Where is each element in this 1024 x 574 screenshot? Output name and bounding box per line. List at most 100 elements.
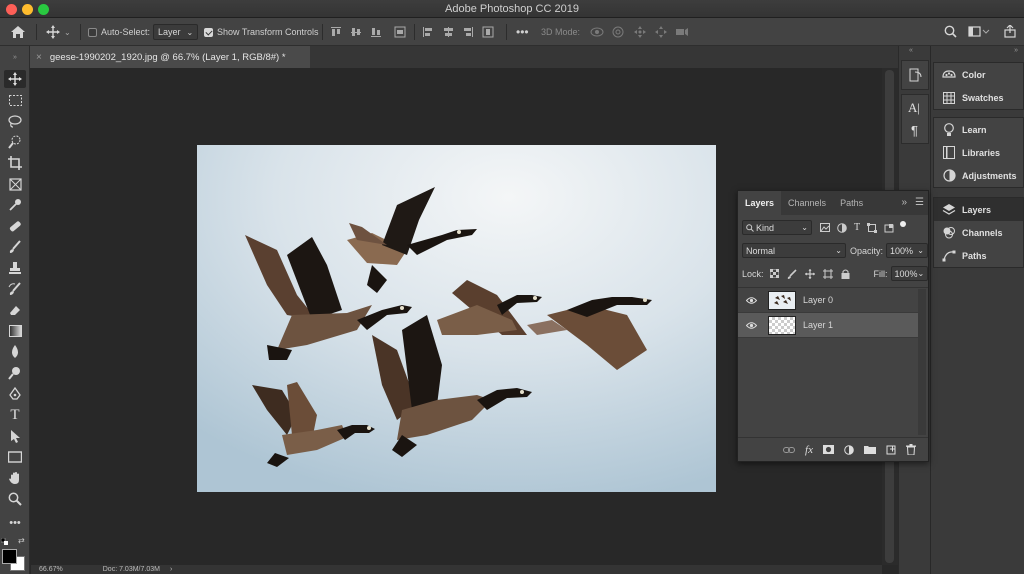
new-adjustment-layer-icon[interactable] xyxy=(844,444,854,455)
align-vertical-centers-icon[interactable] xyxy=(350,26,362,38)
layers-list-scrollbar[interactable] xyxy=(918,289,926,435)
filter-smart-object-icon[interactable] xyxy=(884,223,894,233)
collapse-panels-icon[interactable]: » xyxy=(1014,47,1018,54)
distribute-icon[interactable] xyxy=(462,26,474,38)
distribute-spacing-icon[interactable] xyxy=(482,26,494,38)
move-tool-preset-button[interactable]: ⌄ xyxy=(46,18,71,46)
document-tab[interactable]: × geese-1990202_1920.jpg @ 66.7% (Layer … xyxy=(30,46,310,68)
lock-artboard-icon[interactable] xyxy=(822,268,833,279)
zoom-level[interactable]: 66.67% xyxy=(39,566,63,573)
blend-mode-dropdown[interactable]: Normal ⌄ xyxy=(742,243,846,258)
auto-select-target-dropdown[interactable]: Layer ⌄ xyxy=(153,24,199,40)
panel-swatches[interactable]: Swatches xyxy=(934,86,1023,109)
show-transform-check-indicator[interactable] xyxy=(204,27,213,37)
search-icon[interactable] xyxy=(944,25,957,38)
pen-tool[interactable] xyxy=(4,385,26,403)
paragraph-icon[interactable]: ¶ xyxy=(911,123,918,138)
lock-position-icon[interactable] xyxy=(804,268,815,279)
link-layers-icon[interactable] xyxy=(783,446,796,454)
lasso-tool[interactable] xyxy=(4,112,26,130)
new-group-folder-icon[interactable] xyxy=(864,445,876,454)
panel-channels[interactable]: Channels xyxy=(934,221,1023,244)
share-icon[interactable] xyxy=(1004,25,1016,38)
3d-orbit-icon[interactable] xyxy=(590,26,604,38)
panel-paths[interactable]: Paths xyxy=(934,244,1023,267)
gradient-tool[interactable] xyxy=(4,322,26,340)
add-mask-icon[interactable] xyxy=(823,445,834,454)
layer-style-fx-icon[interactable]: fx xyxy=(805,444,813,456)
panel-libraries[interactable]: Libraries xyxy=(934,141,1023,164)
filter-adjustment-icon[interactable] xyxy=(837,222,847,233)
lock-transparent-pixels-icon[interactable] xyxy=(769,269,779,278)
show-transform-controls-checkbox[interactable]: Show Transform Controls xyxy=(204,18,319,46)
history-brush-tool[interactable] xyxy=(4,280,26,298)
filter-pixel-icon[interactable] xyxy=(820,223,830,232)
clone-stamp-tool[interactable] xyxy=(4,259,26,277)
move-tool[interactable] xyxy=(4,70,26,88)
layer-row-layer-1[interactable]: Layer 1 xyxy=(738,313,918,338)
filter-type-icon[interactable]: T xyxy=(854,222,860,233)
3d-scale-icon[interactable] xyxy=(675,26,688,38)
expand-panels-icon[interactable]: « xyxy=(909,47,913,54)
quick-selection-tool[interactable] xyxy=(4,133,26,151)
layer-row-layer-0[interactable]: Layer 0 xyxy=(738,288,918,313)
brush-tool[interactable] xyxy=(4,238,26,256)
filter-shape-icon[interactable] xyxy=(867,222,878,233)
rectangle-tool[interactable] xyxy=(4,448,26,466)
collapse-toolbar-icon[interactable]: » xyxy=(4,48,26,66)
filter-toggle-switch[interactable] xyxy=(900,220,907,227)
panel-layers[interactable]: Layers xyxy=(934,198,1023,221)
layer-name[interactable]: Layer 0 xyxy=(803,295,833,305)
align-left-edges-icon[interactable] xyxy=(394,26,406,38)
frame-tool[interactable] xyxy=(4,175,26,193)
default-colors-icon[interactable] xyxy=(1,538,8,545)
dodge-tool[interactable] xyxy=(4,364,26,382)
panel-learn[interactable]: Learn xyxy=(934,118,1023,141)
fill-input[interactable]: 100% ⌄ xyxy=(890,266,929,281)
new-layer-icon[interactable] xyxy=(886,445,896,455)
tab-channels[interactable]: Channels xyxy=(781,191,833,215)
filter-kind-dropdown[interactable]: Kind ⌄ xyxy=(742,220,812,235)
delete-layer-trash-icon[interactable] xyxy=(906,444,916,455)
lock-all-icon[interactable] xyxy=(841,269,850,279)
tab-paths[interactable]: Paths xyxy=(833,191,870,215)
document-canvas-image[interactable] xyxy=(197,145,716,492)
close-tab-icon[interactable]: × xyxy=(36,52,42,63)
opacity-input[interactable]: 100% ⌄ xyxy=(886,243,928,258)
character-icon[interactable]: A| xyxy=(908,100,920,116)
auto-select-check-indicator[interactable] xyxy=(88,27,97,37)
type-tool[interactable]: T xyxy=(4,406,26,424)
workspace-switcher-button[interactable] xyxy=(968,26,990,38)
foreground-color-swatch[interactable] xyxy=(2,549,17,564)
visibility-eye-icon[interactable] xyxy=(742,321,760,329)
tab-layers[interactable]: Layers xyxy=(738,191,782,215)
3d-pan-icon[interactable] xyxy=(634,26,646,38)
more-options-icon[interactable]: ••• xyxy=(516,18,529,46)
home-icon[interactable] xyxy=(10,18,26,46)
history-icon[interactable] xyxy=(909,68,923,82)
crop-tool[interactable] xyxy=(4,154,26,172)
panel-color[interactable]: Color xyxy=(934,63,1023,86)
healing-brush-tool[interactable] xyxy=(4,217,26,235)
lock-image-pixels-icon[interactable] xyxy=(787,268,797,279)
blur-tool[interactable] xyxy=(4,343,26,361)
3d-slide-icon[interactable] xyxy=(655,26,667,38)
layer-name[interactable]: Layer 1 xyxy=(803,320,833,330)
swap-colors-icon[interactable]: ⇄ xyxy=(18,536,25,545)
zoom-tool[interactable] xyxy=(4,490,26,508)
eyedropper-tool[interactable] xyxy=(4,196,26,214)
edit-toolbar-icon[interactable]: ••• xyxy=(4,514,26,532)
panel-adjustments[interactable]: Adjustments xyxy=(934,164,1023,187)
align-horizontal-centers-icon[interactable] xyxy=(422,26,434,38)
marquee-tool[interactable] xyxy=(4,91,26,109)
align-top-edges-icon[interactable] xyxy=(330,26,342,38)
collapse-panel-icon[interactable]: » xyxy=(901,197,907,208)
hand-tool[interactable] xyxy=(4,469,26,487)
align-right-edges-icon[interactable] xyxy=(442,26,454,38)
3d-roll-icon[interactable] xyxy=(612,26,624,38)
panel-menu-icon[interactable]: ☰ xyxy=(915,197,924,208)
eraser-tool[interactable] xyxy=(4,301,26,319)
auto-select-checkbox[interactable]: Auto-Select: xyxy=(88,18,150,46)
status-menu-chevron-icon[interactable]: › xyxy=(170,566,172,573)
path-selection-tool[interactable] xyxy=(4,427,26,445)
